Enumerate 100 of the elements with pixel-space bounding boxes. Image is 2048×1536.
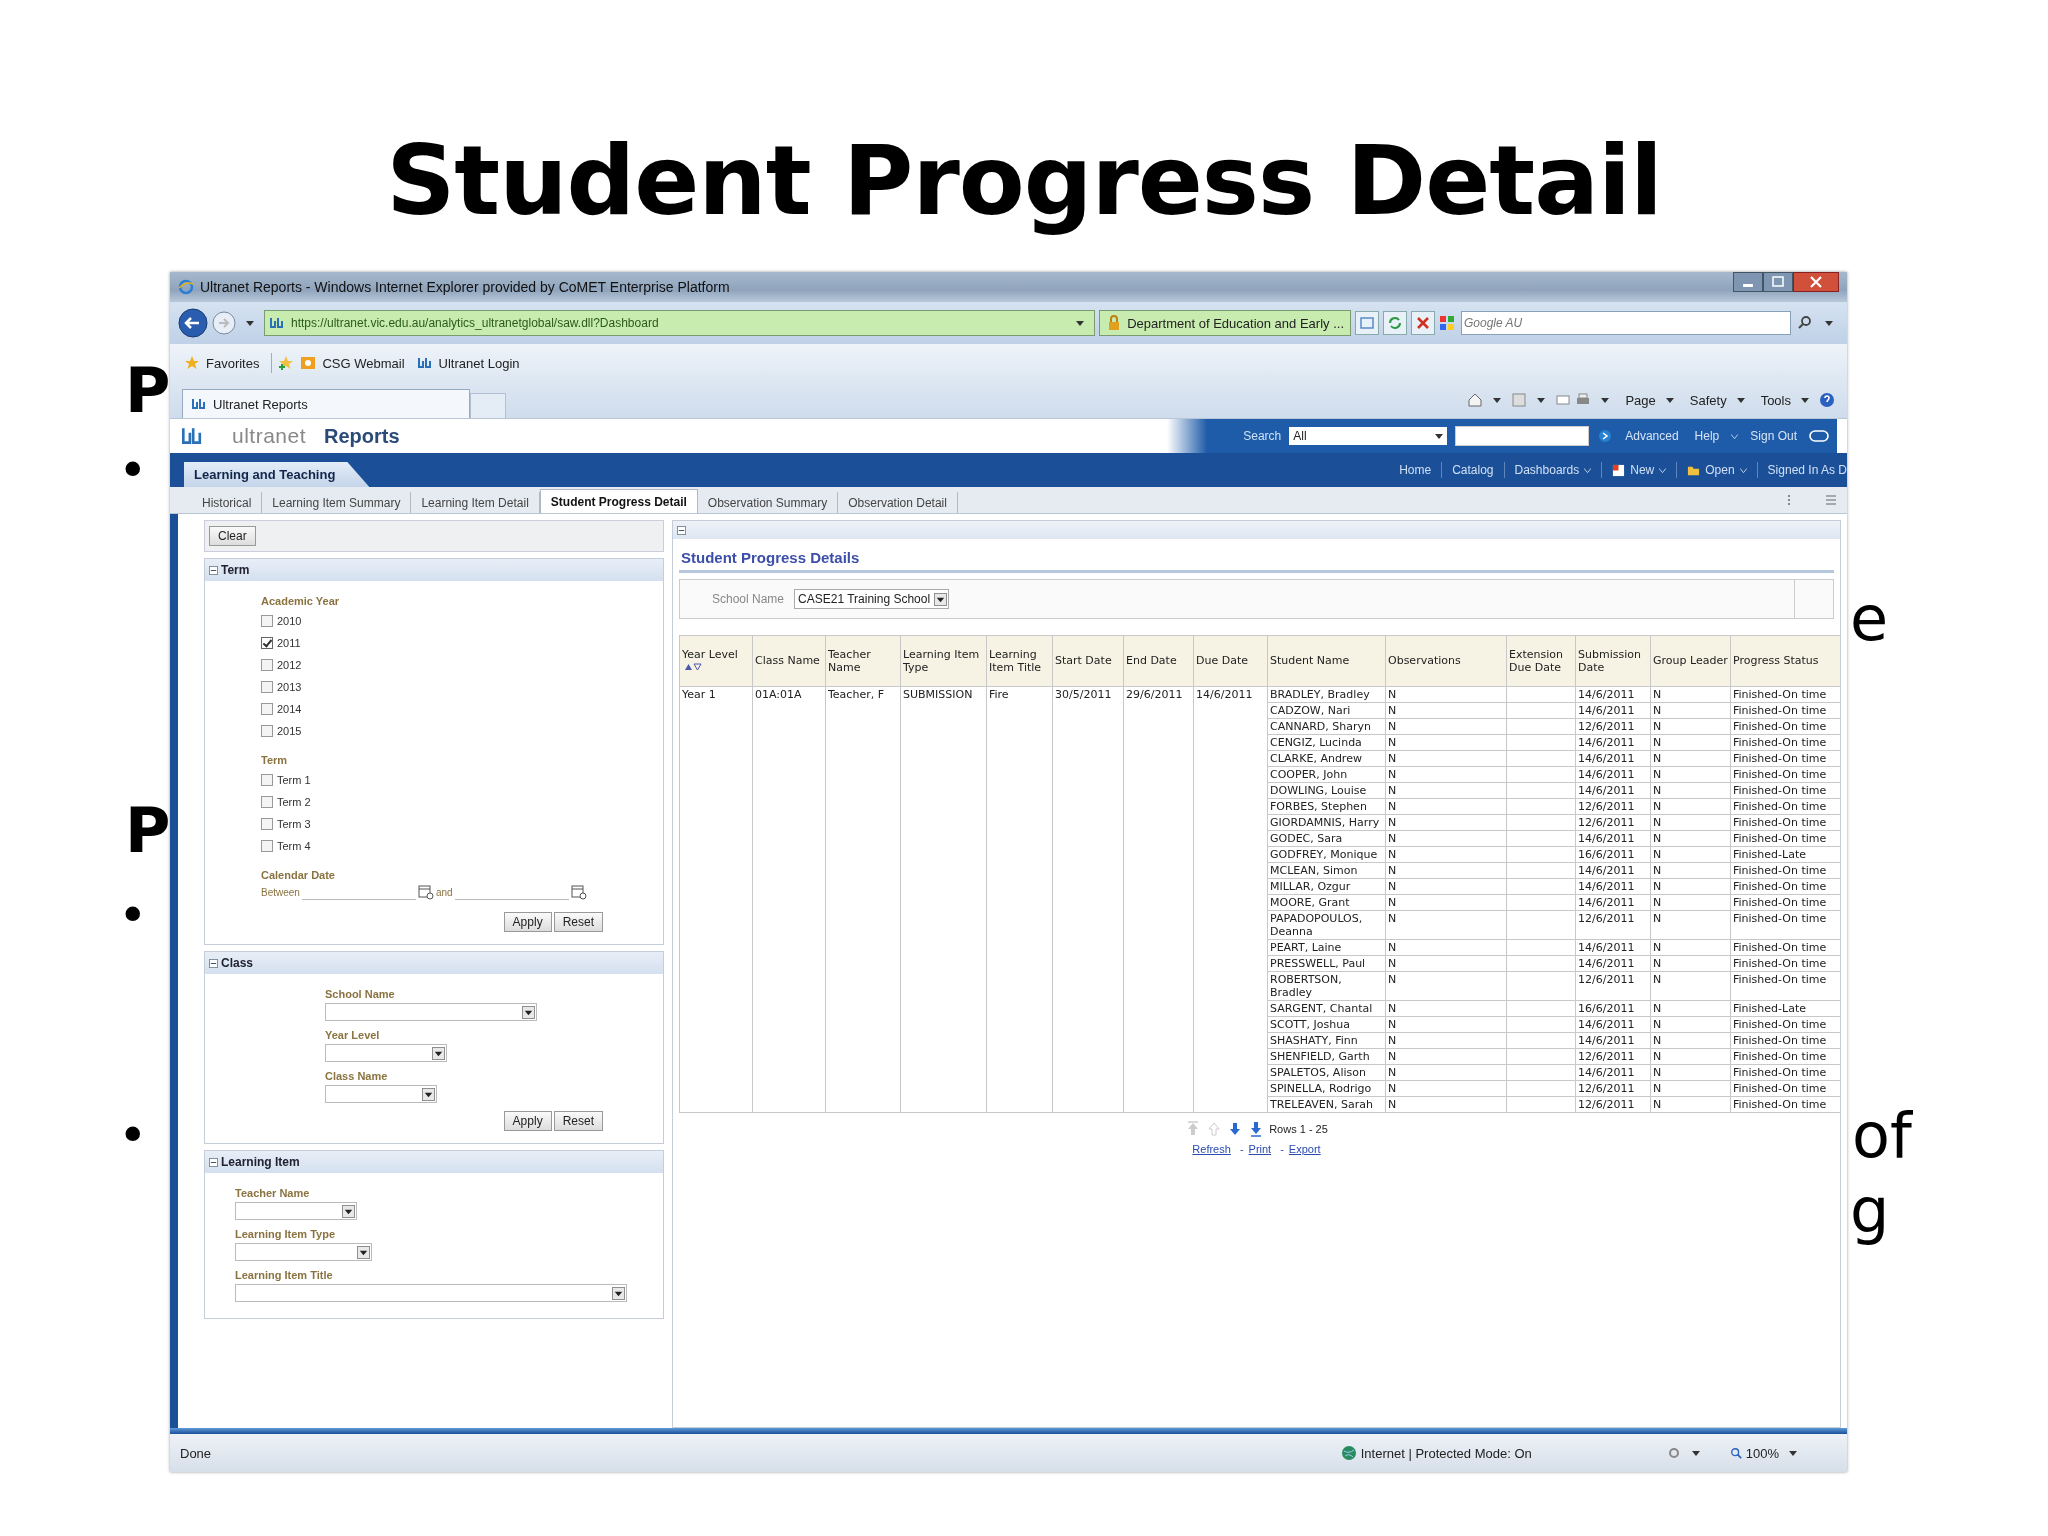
section-header[interactable]: Class — [205, 952, 663, 974]
table-cell: 12/6/2011 — [1575, 971, 1651, 1001]
report-link[interactable]: Print — [1248, 1143, 1272, 1155]
checkbox[interactable] — [261, 818, 273, 830]
sort-icon[interactable] — [684, 663, 702, 671]
dashboard-tab[interactable]: Historical — [192, 492, 263, 513]
school-select[interactable]: CASE21 Training School — [794, 589, 950, 609]
checkbox[interactable] — [261, 637, 273, 649]
new-document-icon[interactable] — [1612, 463, 1626, 477]
command-menu[interactable]: Safety — [1689, 392, 1727, 408]
collapse-icon[interactable] — [209, 565, 218, 575]
address-field[interactable]: https://ultranet.vic.edu.au/analytics_ultranetglobal/saw.dll?Dashboard — [264, 310, 1096, 336]
nav-link[interactable]: Dashboards — [1514, 463, 1580, 477]
section-tab[interactable]: Learning and Teaching — [184, 462, 370, 487]
favorite-link[interactable]: Ultranet Login — [438, 355, 520, 371]
clear-button[interactable]: Clear — [209, 526, 256, 546]
favorites-button[interactable]: Favorites — [206, 355, 260, 371]
caret-icon[interactable] — [246, 320, 254, 326]
dashboard-tab[interactable]: Observation Detail — [838, 492, 958, 513]
section-header[interactable]: Term — [205, 559, 663, 581]
checkbox[interactable] — [261, 703, 273, 715]
minimize-button[interactable] — [1733, 272, 1763, 292]
filter-action-button[interactable]: Reset — [553, 1111, 603, 1131]
nav-link[interactable]: Home — [1399, 463, 1432, 477]
checkbox-label[interactable]: 2012 — [277, 659, 302, 671]
forward-button[interactable] — [212, 311, 236, 335]
caret-icon[interactable] — [1691, 1450, 1700, 1456]
search-scope-select[interactable]: All — [1289, 427, 1448, 445]
table-cell: N — [1650, 878, 1731, 895]
go-icon[interactable] — [1597, 428, 1614, 444]
security-zone[interactable]: Internet | Protected Mode: On — [1360, 1445, 1532, 1461]
help-icon[interactable] — [1819, 392, 1835, 408]
caret-icon[interactable] — [1076, 320, 1085, 326]
zoom-icon[interactable] — [1729, 1447, 1742, 1459]
nav-link[interactable]: Open — [1705, 463, 1735, 477]
caret-icon[interactable] — [1736, 397, 1745, 403]
checkbox-label[interactable]: Term 2 — [277, 796, 311, 808]
favorite-link[interactable]: CSG Webmail — [322, 355, 405, 371]
filter-action-button[interactable]: Apply — [503, 1111, 552, 1131]
dashboard-tab[interactable]: Observation Summary — [697, 492, 839, 513]
browser-tab[interactable]: Ultranet Reports — [182, 389, 470, 418]
checkbox[interactable] — [261, 725, 273, 737]
home-icon[interactable] — [1467, 392, 1484, 408]
collapse-icon[interactable] — [209, 1157, 218, 1167]
caret-icon[interactable] — [1493, 397, 1502, 403]
checkbox-label[interactable]: Term 3 — [277, 818, 311, 830]
nav-link[interactable]: Signed In As D — [1767, 463, 1847, 477]
report-link[interactable]: Export — [1288, 1143, 1321, 1155]
search-icon[interactable] — [1797, 315, 1813, 331]
report-link[interactable]: Refresh — [1192, 1143, 1231, 1155]
collapse-icon[interactable] — [209, 958, 218, 968]
caret-icon[interactable] — [1739, 467, 1747, 473]
dashboard-tab[interactable]: Learning Item Summary — [262, 492, 412, 513]
slide-text: P — [125, 360, 171, 422]
checkbox[interactable] — [261, 796, 273, 808]
caret-icon[interactable] — [1825, 320, 1833, 326]
calendar-icon[interactable] — [417, 884, 434, 900]
maximize-button[interactable] — [1763, 272, 1793, 292]
caret-icon[interactable] — [1665, 397, 1674, 403]
checkbox-label[interactable]: Term 1 — [277, 774, 311, 786]
caret-icon[interactable] — [1659, 467, 1667, 473]
caret-icon[interactable] — [1801, 397, 1809, 403]
section-header[interactable]: Learning Item — [205, 1151, 663, 1173]
caret-icon[interactable] — [1601, 397, 1610, 403]
checkbox[interactable] — [261, 774, 273, 786]
checkbox-label[interactable]: 2013 — [277, 681, 302, 693]
header-link[interactable]: Advanced — [1621, 429, 1683, 443]
checkbox-label[interactable]: 2014 — [277, 703, 302, 715]
header-link[interactable]: Sign Out — [1746, 429, 1801, 443]
add-favorite-icon[interactable] — [278, 355, 295, 371]
command-menu[interactable]: Page — [1625, 392, 1656, 408]
dashboard-tab[interactable]: Learning Item Detail — [411, 492, 540, 513]
security-report[interactable]: Department of Education and Early ... — [1099, 310, 1351, 336]
nav-link[interactable]: New — [1630, 463, 1655, 477]
checkbox[interactable] — [261, 659, 273, 671]
checkbox[interactable] — [261, 615, 273, 627]
command-menu[interactable]: Tools — [1760, 392, 1791, 408]
filter-action-button[interactable]: Reset — [553, 912, 603, 932]
search-field[interactable]: Google AU — [1461, 311, 1791, 335]
refresh-button[interactable] — [1383, 311, 1407, 335]
back-button[interactable] — [178, 308, 208, 338]
caret-icon[interactable] — [1537, 397, 1546, 403]
collapse-icon[interactable] — [677, 525, 686, 535]
checkbox[interactable] — [261, 681, 273, 693]
calendar-icon[interactable] — [570, 884, 587, 900]
checkbox[interactable] — [261, 840, 273, 852]
search-field[interactable] — [1455, 426, 1590, 446]
caret-icon[interactable] — [1789, 1450, 1797, 1456]
stop-button[interactable] — [1411, 311, 1435, 335]
close-button[interactable] — [1793, 272, 1839, 292]
dashboard-tab[interactable]: Student Progress Detail — [539, 489, 698, 513]
filter-action-button[interactable]: Apply — [503, 912, 552, 932]
header-link[interactable]: Help — [1690, 429, 1724, 443]
checkbox-label[interactable]: 2010 — [277, 615, 302, 627]
checkbox-label[interactable]: 2015 — [277, 725, 302, 737]
checkbox-label[interactable]: 2011 — [277, 637, 301, 649]
caret-icon[interactable] — [1584, 467, 1592, 473]
nav-link[interactable]: Catalog — [1452, 463, 1494, 477]
checkbox-label[interactable]: Term 4 — [277, 840, 311, 852]
zoom-level[interactable]: 100% — [1745, 1445, 1779, 1461]
